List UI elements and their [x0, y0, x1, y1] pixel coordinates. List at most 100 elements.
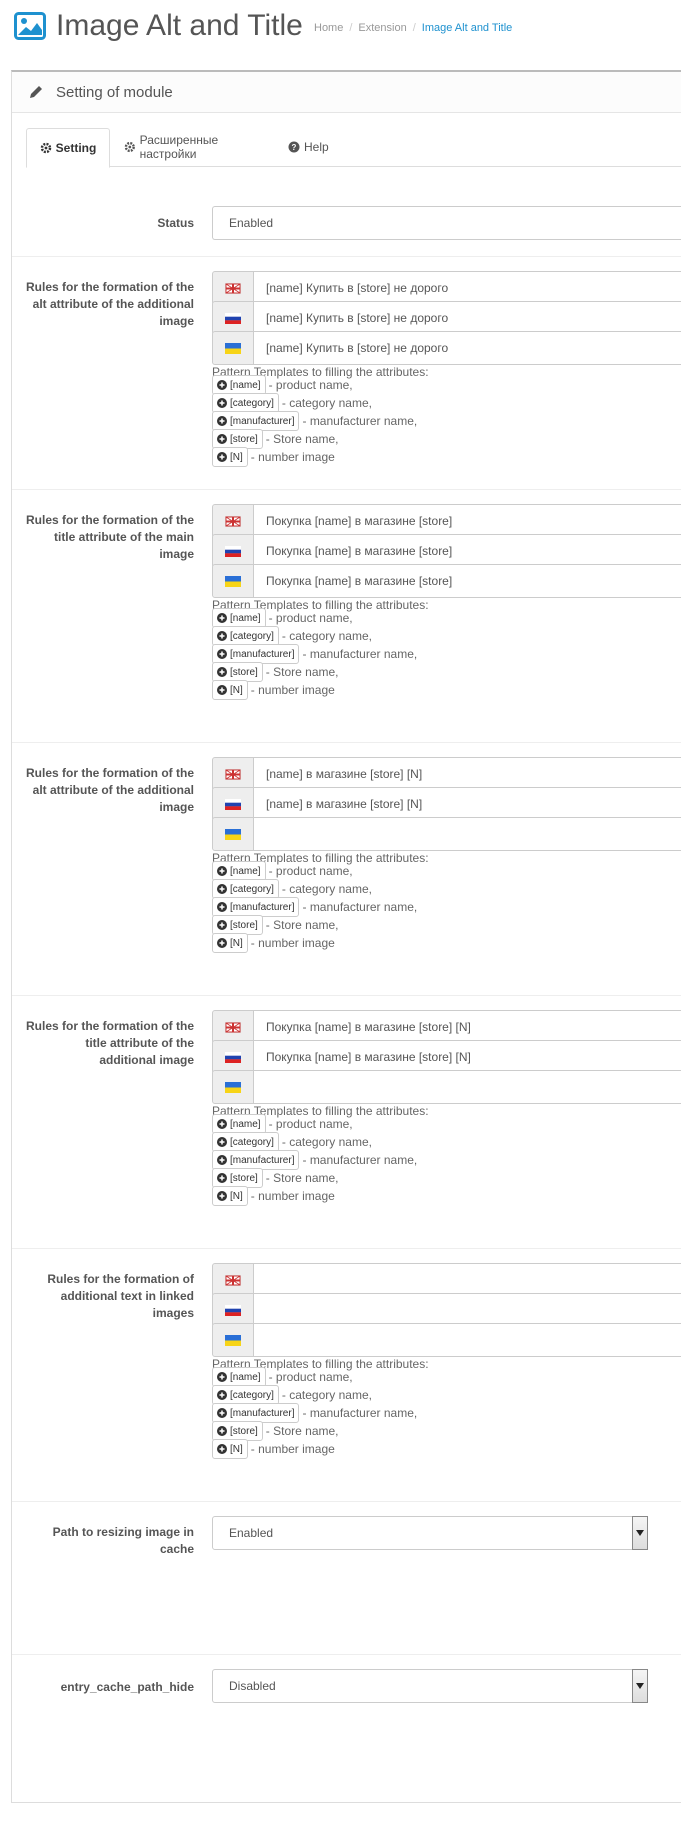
rule-input-ru[interactable]: [name] Купить в [store] не дорого: [253, 301, 681, 335]
pattern-chip-name[interactable]: [name]: [212, 375, 266, 395]
plus-circle-icon: [217, 380, 227, 390]
pattern-chip-manufacturer[interactable]: [manufacturer]: [212, 644, 300, 664]
pattern-chip-name[interactable]: [name]: [212, 861, 266, 881]
rule-input-en[interactable]: [name] Купить в [store] не дорого: [253, 271, 681, 305]
pattern-chip-name[interactable]: [name]: [212, 1367, 266, 1387]
plus-circle-icon: [217, 398, 227, 408]
pattern-chip-manufacturer[interactable]: [manufacturer]: [212, 411, 300, 431]
plus-circle-icon: [217, 1155, 227, 1165]
page-title: Image Alt and Title: [56, 9, 303, 42]
plus-circle-icon: [217, 1372, 227, 1382]
plus-circle-icon: [217, 1444, 227, 1454]
gear-icon: [124, 141, 135, 153]
rule-input-ru[interactable]: Покупка [name] в магазине [store] [N]: [253, 1040, 681, 1074]
en-flag-icon: [212, 757, 254, 791]
pattern-chip-category[interactable]: [category]: [212, 393, 279, 413]
plus-circle-icon: [217, 434, 227, 444]
chevron-down-icon[interactable]: [632, 1516, 648, 1550]
gear-icon: [40, 142, 51, 154]
pattern-chip-store[interactable]: [store]: [212, 429, 263, 449]
svg-text:?: ?: [292, 143, 297, 152]
pattern-chip-name[interactable]: [name]: [212, 1114, 266, 1134]
pattern-chip-category[interactable]: [category]: [212, 1132, 279, 1152]
panel-title: Setting of module: [56, 83, 173, 101]
plus-circle-icon: [217, 1191, 227, 1201]
rule-label: Rules for the formation of the title att…: [26, 513, 194, 561]
rule-input-ru[interactable]: [name] в магазине [store] [N]: [253, 787, 681, 821]
plus-circle-icon: [217, 667, 227, 677]
pattern-chip-category[interactable]: [category]: [212, 879, 279, 899]
pattern-chip-name[interactable]: [name]: [212, 608, 266, 628]
breadcrumb-extension[interactable]: Extension: [358, 22, 406, 34]
plus-circle-icon: [217, 938, 227, 948]
cache-path-select[interactable]: Enabled: [212, 1516, 648, 1550]
tab-help[interactable]: ? Help: [288, 128, 348, 166]
pattern-chip-store[interactable]: [store]: [212, 662, 263, 682]
pattern-chip-number[interactable]: [N]: [212, 933, 248, 953]
tab-setting[interactable]: Setting: [26, 128, 110, 168]
plus-circle-icon: [217, 649, 227, 659]
cache-hide-row: entry_cache_path_hide Disabled: [12, 1655, 681, 1727]
rule-input-ua[interactable]: [253, 1323, 681, 1357]
rule-input-en[interactable]: Покупка [name] в магазине [store] [N]: [253, 1010, 681, 1044]
rule-input-en[interactable]: Покупка [name] в магазине [store]: [253, 504, 681, 538]
pattern-chip-store[interactable]: [store]: [212, 915, 263, 935]
rule-input-en[interactable]: [253, 1263, 681, 1297]
question-circle-icon: ?: [288, 141, 300, 153]
rule-group-title-main: Rules for the formation of the title att…: [12, 490, 681, 743]
plus-circle-icon: [217, 1137, 227, 1147]
breadcrumb-home[interactable]: Home: [314, 22, 343, 34]
plus-circle-icon: [217, 866, 227, 876]
ua-flag-icon: [212, 331, 254, 365]
rule-input-ua[interactable]: [253, 817, 681, 851]
page-header: Image Alt and Title: [14, 6, 303, 46]
plus-circle-icon: [217, 613, 227, 623]
breadcrumb-current[interactable]: Image Alt and Title: [422, 22, 513, 34]
rule-input-ua[interactable]: [name] Купить в [store] не дорого: [253, 331, 681, 365]
rule-group-title-additional: Rules for the formation of the title att…: [12, 996, 681, 1249]
pattern-chip-manufacturer[interactable]: [manufacturer]: [212, 897, 300, 917]
cache-hide-select[interactable]: Disabled: [212, 1669, 648, 1703]
ua-flag-icon: [212, 817, 254, 851]
en-flag-icon: [212, 271, 254, 305]
pattern-chip-store[interactable]: [store]: [212, 1168, 263, 1188]
ua-flag-icon: [212, 1070, 254, 1104]
tab-advanced-settings[interactable]: Расширенные настройки: [124, 128, 274, 166]
rule-input-ru[interactable]: [253, 1293, 681, 1327]
plus-circle-icon: [217, 1390, 227, 1400]
rule-input-ua[interactable]: Покупка [name] в магазине [store]: [253, 564, 681, 598]
cache-hide-label: entry_cache_path_hide: [60, 1680, 194, 1694]
rule-input-ua[interactable]: [253, 1070, 681, 1104]
rule-group-alt-additional: Rules for the formation of the alt attri…: [12, 257, 681, 490]
pattern-chip-number[interactable]: [N]: [212, 1439, 248, 1459]
plus-circle-icon: [217, 920, 227, 930]
pattern-chip-store[interactable]: [store]: [212, 1421, 263, 1441]
cache-path-row: Path to resizing image in cache Enabled: [12, 1502, 681, 1655]
pattern-chip-manufacturer[interactable]: [manufacturer]: [212, 1150, 300, 1170]
plus-circle-icon: [217, 884, 227, 894]
chevron-down-icon[interactable]: [632, 1669, 648, 1703]
ru-flag-icon: [212, 301, 254, 335]
rule-label: Rules for the formation of the alt attri…: [26, 766, 194, 814]
pattern-chip-number[interactable]: [N]: [212, 680, 248, 700]
ru-flag-icon: [212, 534, 254, 568]
ua-flag-icon: [212, 1323, 254, 1357]
pattern-chip-number[interactable]: [N]: [212, 1186, 248, 1206]
en-flag-icon: [212, 504, 254, 538]
ru-flag-icon: [212, 1293, 254, 1327]
rule-input-en[interactable]: [name] в магазине [store] [N]: [253, 757, 681, 791]
plus-circle-icon: [217, 416, 227, 426]
rule-input-ru[interactable]: Покупка [name] в магазине [store]: [253, 534, 681, 568]
cache-path-label: Path to resizing image in cache: [52, 1525, 194, 1556]
pattern-chip-category[interactable]: [category]: [212, 626, 279, 646]
pattern-chip-manufacturer[interactable]: [manufacturer]: [212, 1403, 300, 1423]
ru-flag-icon: [212, 787, 254, 821]
rule-label: Rules for the formation of the alt attri…: [26, 280, 194, 328]
breadcrumb: Home / Extension / Image Alt and Title: [314, 22, 513, 34]
plus-circle-icon: [217, 452, 227, 462]
en-flag-icon: [212, 1010, 254, 1044]
pattern-chip-number[interactable]: [N]: [212, 447, 248, 467]
image-icon: [14, 12, 46, 40]
status-select[interactable]: Enabled: [212, 206, 681, 240]
pattern-chip-category[interactable]: [category]: [212, 1385, 279, 1405]
